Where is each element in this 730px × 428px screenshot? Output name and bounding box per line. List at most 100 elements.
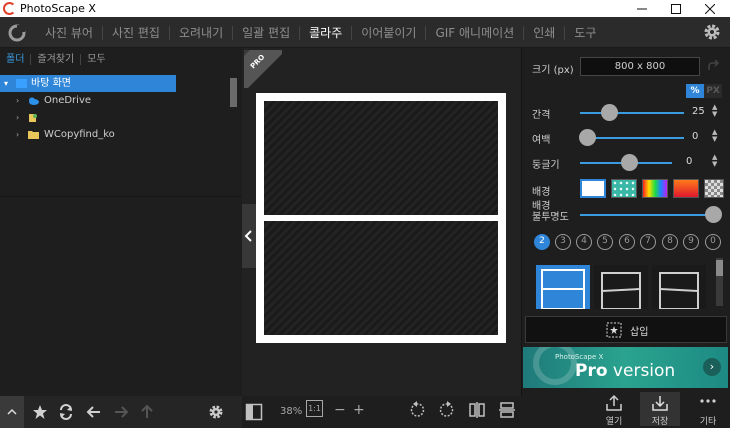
- flip-vertical-icon[interactable]: [498, 401, 516, 419]
- minimize-icon: [637, 8, 647, 10]
- background-pattern-swatch[interactable]: [611, 179, 637, 198]
- background-color-swatch[interactable]: [673, 179, 699, 198]
- desktop-folder-icon: [16, 79, 27, 88]
- redo-icon[interactable]: [706, 60, 720, 74]
- photo-count-2[interactable]: 2: [534, 234, 550, 250]
- flip-horizontal-icon[interactable]: [468, 401, 486, 419]
- rounding-stepper[interactable]: ▲ ▼: [712, 154, 717, 168]
- gear-icon[interactable]: [702, 22, 722, 42]
- zoom-level[interactable]: 38%: [280, 406, 302, 417]
- spacing-slider[interactable]: [580, 112, 684, 114]
- promo-arrow-icon[interactable]: ›: [703, 358, 721, 376]
- menu-combine[interactable]: 이어붙이기: [351, 25, 425, 40]
- collapse-left-panel-button[interactable]: [242, 204, 256, 268]
- spacing-value[interactable]: 25: [692, 106, 705, 117]
- opacity-slider-knob[interactable]: [705, 206, 722, 223]
- spacing-slider-knob[interactable]: [601, 104, 618, 121]
- zoom-out-button[interactable]: −: [334, 402, 346, 418]
- chevron-right-icon[interactable]: ›: [16, 92, 19, 109]
- photo-count-9[interactable]: 9: [683, 234, 699, 250]
- home-icon[interactable]: [7, 23, 27, 43]
- tree-item-onedrive[interactable]: › OneDrive: [0, 92, 238, 109]
- menu-photo-editor[interactable]: 사진 편집: [101, 25, 169, 40]
- layout-scrollbar-thumb[interactable]: [716, 260, 723, 276]
- unit-px-option[interactable]: PX: [704, 84, 722, 98]
- collage-canvas[interactable]: [256, 93, 506, 343]
- spacing-stepper[interactable]: ▲ ▼: [712, 104, 717, 118]
- photo-count-4[interactable]: 4: [576, 234, 592, 250]
- download-icon: [652, 396, 668, 411]
- opacity-slider[interactable]: [580, 214, 714, 216]
- background-transparent-swatch[interactable]: [704, 179, 724, 198]
- menu-gif-animation[interactable]: GIF 애니메이션: [425, 25, 523, 40]
- promo-version: version: [607, 361, 676, 381]
- promo-app-name: PhotoScape X: [555, 353, 604, 361]
- zoom-in-button[interactable]: +: [353, 402, 365, 418]
- chevron-right-icon[interactable]: ›: [16, 126, 19, 143]
- margin-value[interactable]: 0: [692, 131, 698, 142]
- unit-percent-option[interactable]: %: [686, 84, 704, 98]
- close-button[interactable]: [693, 0, 727, 17]
- photo-count-10[interactable]: 0: [705, 234, 721, 250]
- rotate-left-icon[interactable]: [408, 401, 426, 419]
- rounding-slider-knob[interactable]: [621, 154, 638, 171]
- minimize-button[interactable]: [625, 0, 659, 17]
- open-button[interactable]: 열기: [594, 392, 634, 427]
- layout-scrollbar[interactable]: [716, 258, 723, 306]
- size-field[interactable]: 800 x 800: [580, 57, 700, 76]
- layout-thumbnail-selected[interactable]: [536, 265, 590, 309]
- expand-up-button[interactable]: [0, 396, 24, 428]
- rounding-value[interactable]: 0: [686, 156, 692, 167]
- promo-pro: Pro: [575, 361, 608, 381]
- tree-item-wcopyfind[interactable]: › WCopyfind_ko: [0, 126, 238, 143]
- menu-cut-out[interactable]: 오려내기: [168, 25, 232, 40]
- pro-version-banner[interactable]: PhotoScape X Pro version ›: [523, 347, 728, 388]
- upload-icon: [606, 394, 622, 411]
- layout-thumbnail[interactable]: [594, 265, 648, 309]
- back-arrow-icon[interactable]: [86, 404, 102, 420]
- tab-folder[interactable]: 폴더: [0, 54, 30, 65]
- photo-count-8[interactable]: 8: [662, 234, 678, 250]
- up-arrow-icon[interactable]: [139, 404, 155, 420]
- more-button[interactable]: 기타: [688, 392, 728, 427]
- collage-cell-2[interactable]: [264, 221, 498, 335]
- gear-icon[interactable]: [208, 404, 224, 420]
- margin-slider-knob[interactable]: [579, 129, 596, 146]
- menu-print[interactable]: 인쇄: [523, 25, 564, 40]
- background-label: 배경: [532, 187, 551, 198]
- maximize-button[interactable]: [659, 0, 693, 17]
- toggle-panel-icon[interactable]: [245, 403, 263, 421]
- promo-headline: Pro version: [575, 361, 675, 381]
- tab-favorites[interactable]: 즐겨찾기: [30, 53, 80, 65]
- panel-divider[interactable]: [0, 196, 242, 197]
- maximize-icon: [671, 4, 681, 14]
- tab-all[interactable]: 모두: [80, 53, 111, 65]
- forward-arrow-icon[interactable]: [113, 404, 129, 420]
- photo-count-7[interactable]: 7: [640, 234, 656, 250]
- save-button[interactable]: 저장: [640, 392, 680, 427]
- main-menu-bar: 사진 뷰어 사진 편집 오려내기 일괄 편집 콜라주 이어붙이기 GIF 애니메…: [0, 17, 730, 48]
- actual-size-button[interactable]: 1:1: [306, 400, 323, 417]
- chevron-down-icon[interactable]: ▾: [4, 75, 8, 92]
- margin-stepper[interactable]: ▲ ▼: [712, 129, 717, 143]
- menu-photo-viewer[interactable]: 사진 뷰어: [36, 26, 102, 40]
- chevron-right-icon[interactable]: ›: [16, 109, 19, 126]
- insert-button[interactable]: 삽입: [525, 316, 727, 343]
- photo-count-3[interactable]: 3: [555, 234, 571, 250]
- photo-count-5[interactable]: 5: [597, 234, 613, 250]
- rotate-right-icon[interactable]: [438, 401, 456, 419]
- layout-thumbnail[interactable]: [652, 265, 706, 309]
- photo-count-6[interactable]: 6: [619, 234, 635, 250]
- background-gradient-swatch[interactable]: [642, 179, 668, 198]
- tree-item-desktop[interactable]: ▾ 바탕 화면: [0, 75, 176, 92]
- refresh-icon[interactable]: [58, 404, 74, 420]
- menu-collage[interactable]: 콜라주: [299, 25, 351, 40]
- menu-batch[interactable]: 일괄 편집: [232, 25, 299, 40]
- background-white-swatch[interactable]: [580, 179, 606, 198]
- tree-scrollbar[interactable]: [230, 78, 237, 107]
- unit-toggle[interactable]: % PX: [686, 84, 722, 98]
- star-icon[interactable]: [32, 404, 48, 420]
- menu-tools[interactable]: 도구: [564, 25, 605, 40]
- collage-cell-1[interactable]: [264, 101, 498, 215]
- tree-item-user[interactable]: ›: [0, 109, 238, 126]
